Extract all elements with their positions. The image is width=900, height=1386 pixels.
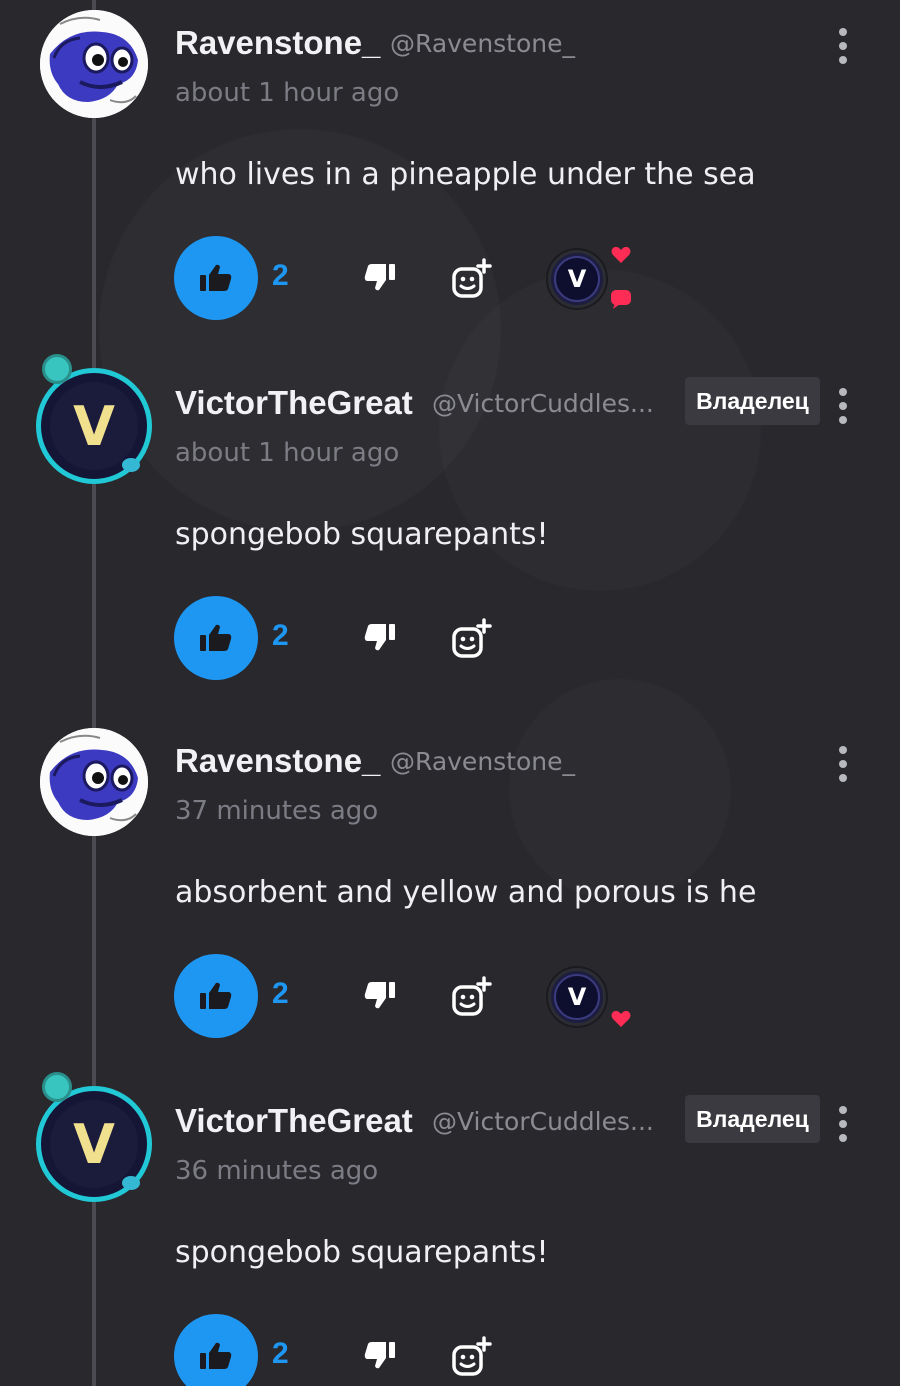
more-options-button[interactable] (828, 26, 858, 66)
author-name[interactable]: Ravenstone_ (175, 742, 380, 780)
more-options-button[interactable] (828, 1104, 858, 1144)
comment-text: who lives in a pineapple under the sea (175, 157, 756, 192)
timestamp: about 1 hour ago (175, 438, 400, 468)
more-vertical-icon (839, 28, 847, 36)
author-name[interactable]: VictorTheGreat (175, 384, 413, 422)
like-count: 2 (272, 1337, 289, 1370)
heart-icon (611, 1010, 631, 1027)
thumbs-down-icon (364, 982, 395, 1009)
add-reaction-button[interactable] (448, 256, 494, 302)
add-reaction-icon (452, 1336, 492, 1376)
add-reaction-button[interactable] (448, 974, 494, 1020)
more-vertical-icon (839, 1106, 847, 1114)
more-vertical-icon (839, 388, 847, 396)
like-button[interactable] (174, 1314, 258, 1386)
thumbs-up-icon (200, 982, 232, 1009)
add-reaction-icon (452, 618, 492, 658)
more-vertical-icon (839, 746, 847, 754)
add-reaction-button[interactable] (448, 1334, 494, 1380)
thumbs-down-icon (364, 264, 395, 291)
avatar-frame-decoration-icon (122, 1176, 140, 1190)
timestamp: 37 minutes ago (175, 796, 379, 826)
owner-badge: Владелец (685, 377, 820, 425)
comment-item: V VictorTheGreat @VictorCuddles... Владе… (0, 354, 900, 720)
author-name[interactable]: VictorTheGreat (175, 1102, 413, 1140)
like-count: 2 (272, 259, 289, 292)
dislike-button[interactable] (360, 618, 400, 658)
reactor-avatar[interactable]: V (548, 968, 606, 1026)
thumbs-up-icon (200, 624, 232, 651)
heart-icon (611, 246, 631, 263)
add-reaction-icon (452, 258, 492, 298)
add-reaction-button[interactable] (448, 616, 494, 662)
owner-badge: Владелец (685, 1095, 820, 1143)
timestamp: about 1 hour ago (175, 78, 400, 108)
raven-avatar-icon (40, 10, 148, 118)
author-handle[interactable]: @VictorCuddles... (432, 389, 654, 418)
avatar-frame-decoration-icon (42, 1072, 72, 1102)
author-name[interactable]: Ravenstone_ (175, 24, 380, 62)
like-button[interactable] (174, 236, 258, 320)
author-handle[interactable]: @Ravenstone_ (390, 747, 575, 776)
raven-avatar-icon (40, 728, 148, 836)
chat-bubble-icon (611, 290, 631, 309)
comment-item: Ravenstone_ @Ravenstone_ about 1 hour ag… (0, 0, 900, 360)
author-handle[interactable]: @VictorCuddles... (432, 1107, 654, 1136)
thumbs-up-icon (200, 1342, 232, 1369)
author-handle[interactable]: @Ravenstone_ (390, 29, 575, 58)
reactor-avatar[interactable]: V (548, 250, 606, 308)
more-options-button[interactable] (828, 744, 858, 784)
dislike-button[interactable] (360, 1336, 400, 1376)
avatar[interactable] (40, 10, 148, 118)
like-button[interactable] (174, 954, 258, 1038)
thumbs-up-icon (200, 264, 232, 291)
like-count: 2 (272, 619, 289, 652)
comment-text: spongebob squarepants! (175, 1235, 549, 1270)
comment-text: spongebob squarepants! (175, 517, 549, 552)
like-count: 2 (272, 977, 289, 1010)
thumbs-down-icon (364, 624, 395, 651)
comment-feed: Ravenstone_ @Ravenstone_ about 1 hour ag… (0, 0, 900, 1386)
comment-text: absorbent and yellow and porous is he (175, 875, 757, 910)
avatar-frame-decoration-icon (42, 354, 72, 384)
avatar[interactable] (40, 728, 148, 836)
dislike-button[interactable] (360, 258, 400, 298)
add-reaction-icon (452, 976, 492, 1016)
comment-item: Ravenstone_ @Ravenstone_ 37 minutes ago … (0, 718, 900, 1078)
thumbs-down-icon (364, 1342, 395, 1369)
timestamp: 36 minutes ago (175, 1156, 379, 1186)
more-options-button[interactable] (828, 386, 858, 426)
comment-item: V VictorTheGreat @VictorCuddles... Владе… (0, 1072, 900, 1386)
like-button[interactable] (174, 596, 258, 680)
avatar-frame-decoration-icon (122, 458, 140, 472)
dislike-button[interactable] (360, 976, 400, 1016)
